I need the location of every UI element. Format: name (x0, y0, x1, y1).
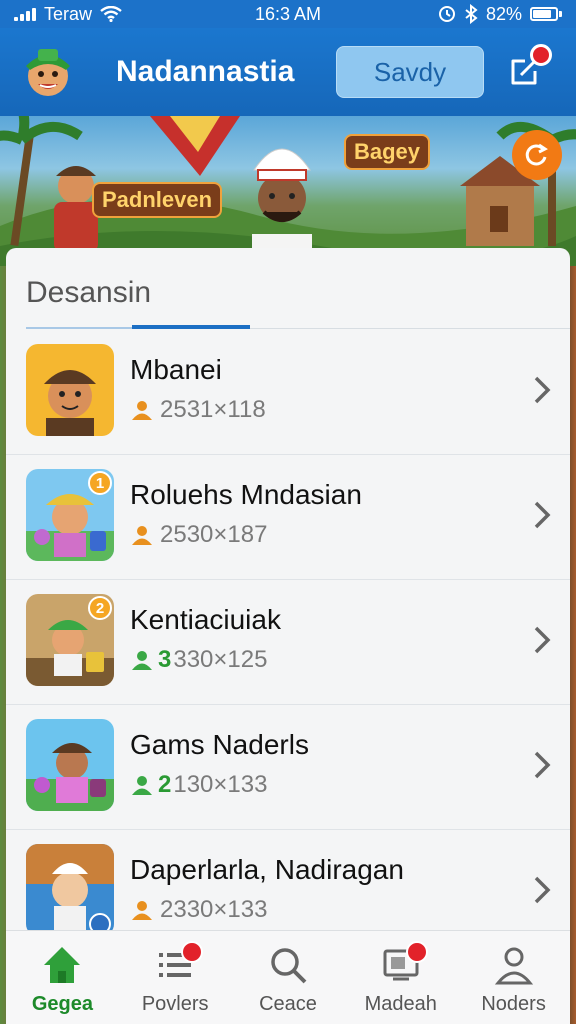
chevron-right-icon (534, 751, 551, 779)
item-stats-value: 2531×118 (160, 396, 266, 423)
item-name: Roluehs Mndasian (130, 479, 362, 510)
list-item[interactable]: Gams Naderls 2 130×133 (6, 705, 570, 830)
list-item[interactable]: 1 Roluehs Mndasian 2530×187 (6, 455, 570, 580)
item-name: Mbanei (130, 354, 222, 385)
signal-icon (14, 7, 36, 21)
item-stats-lead: 3 (158, 646, 172, 673)
carrier-name: Teraw (44, 3, 93, 24)
content-panel: Desansin Mbanei 2531×118 1 Roluehs Mndas… (6, 248, 570, 948)
nav-label: Ceace (259, 993, 317, 1015)
item-stats: 2530×187 (130, 521, 267, 549)
nav-label: Madeah (364, 993, 437, 1015)
settings-fab[interactable] (512, 130, 562, 180)
item-thumbnail (26, 344, 114, 436)
item-name: Gams Naderls (130, 729, 309, 760)
item-name: Daperlarla, Nadiragan (130, 854, 404, 885)
bluetooth-icon (465, 4, 478, 24)
battery-icon (530, 7, 562, 21)
nav-badge (406, 941, 429, 963)
banner-scene (0, 116, 576, 266)
item-stats: 2330×133 (130, 896, 267, 924)
alarm-icon (438, 6, 455, 22)
wifi-icon (100, 6, 122, 22)
app-title: Nadannastia (116, 55, 295, 88)
item-thumbnail: 2 (26, 594, 114, 686)
tab-indicator (132, 325, 250, 329)
tab-divider-left (26, 327, 132, 329)
players-icon (132, 651, 152, 670)
status-left: Teraw (14, 4, 122, 25)
item-stats-value: 130×133 (173, 771, 268, 798)
players-icon (132, 901, 152, 920)
save-button[interactable]: Savdy (336, 46, 484, 98)
profile-icon (494, 947, 533, 985)
battery-percent: 82% (485, 3, 522, 24)
app-header: Nadannastia Savdy (0, 28, 576, 116)
item-stats-lead: 2 (158, 771, 172, 798)
chevron-right-icon (534, 376, 551, 404)
item-list: Mbanei 2531×118 1 Roluehs Mndasian 2530×… (6, 330, 570, 948)
notification-badge (530, 44, 552, 66)
chevron-right-icon (534, 626, 551, 654)
bottom-nav: Gegea Povlers Ceace Madeah Noders (6, 930, 570, 1024)
chevron-right-icon (534, 501, 551, 529)
edit-button[interactable] (502, 44, 552, 94)
status-right: 82% (438, 4, 562, 25)
item-stats: 2 130×133 (130, 771, 267, 799)
nav-item-profile[interactable]: Noders (457, 931, 570, 1024)
hero-banner[interactable]: Padnleven Bagey (0, 116, 576, 266)
item-thumbnail: 1 (26, 469, 114, 561)
item-stats: 3 330×125 (130, 646, 267, 674)
players-icon (132, 401, 152, 420)
players-icon (132, 526, 152, 545)
chevron-right-icon (534, 876, 551, 904)
banner-label-right[interactable]: Bagey (344, 134, 431, 170)
item-thumbnail (26, 844, 114, 936)
nav-item-search[interactable]: Ceace (232, 931, 345, 1024)
home-icon (44, 947, 81, 983)
panel-title: Desansin (26, 276, 152, 309)
search-icon (271, 948, 307, 984)
nav-label: Povlers (141, 993, 209, 1015)
nav-badge (180, 941, 203, 963)
banner-label-left[interactable]: Padnleven (92, 182, 223, 218)
nav-item-home[interactable]: Gegea (6, 931, 119, 1024)
item-badge: 1 (88, 471, 112, 495)
item-name: Kentiaciuiak (130, 604, 281, 635)
refresh-icon (525, 143, 548, 166)
item-stats-value: 2530×187 (160, 521, 268, 548)
nav-label: Gegea (31, 993, 93, 1015)
item-badge: 2 (88, 596, 112, 620)
players-icon (132, 776, 152, 795)
list-item[interactable]: Mbanei 2531×118 (6, 330, 570, 455)
item-stats-value: 2330×133 (160, 896, 268, 923)
item-thumbnail (26, 719, 114, 811)
status-bar: Teraw 16:3 AM 82% (0, 0, 576, 28)
item-stats-value: 330×125 (173, 646, 268, 673)
nav-item-media[interactable]: Madeah (344, 931, 457, 1024)
nav-item-lists[interactable]: Povlers (119, 931, 232, 1024)
nav-label: Noders (481, 993, 546, 1015)
item-stats: 2531×118 (130, 396, 266, 424)
list-item[interactable]: 2 Kentiaciuiak 3 330×125 (6, 580, 570, 705)
app-logo[interactable] (16, 40, 80, 104)
